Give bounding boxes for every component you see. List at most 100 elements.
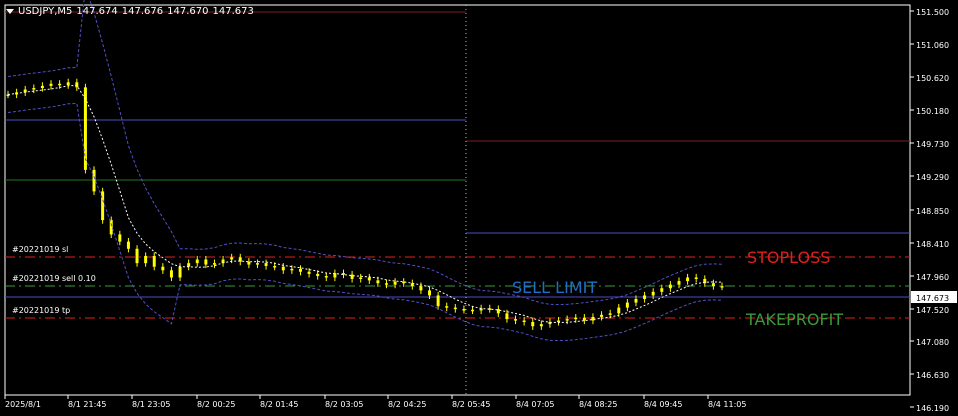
candle-body	[419, 286, 423, 291]
candle-body	[92, 169, 96, 192]
candle-body	[161, 266, 165, 271]
candle-body	[565, 319, 569, 321]
y-tick-label: 150.620	[916, 74, 949, 83]
y-tick-label: 147.960	[916, 273, 949, 282]
close-value: 147.673	[212, 6, 254, 17]
x-tick-label: 8/1 21:45	[68, 400, 106, 409]
candle-body	[152, 255, 156, 267]
candle-body	[75, 82, 79, 88]
candle-body	[428, 290, 432, 296]
candle-body	[591, 316, 595, 321]
x-tick-label: 8/4 09:45	[644, 400, 682, 409]
chart-area[interactable]: #20221019 sl #20221019 sell 0.10 #20221019…	[0, 0, 958, 416]
x-tick-label: 8/2 04:25	[388, 400, 426, 409]
x-tick-label: 8/1 23:05	[132, 400, 170, 409]
candle-body	[574, 317, 578, 320]
candle-body	[307, 271, 311, 274]
candle-body	[376, 280, 380, 284]
candle-body	[462, 309, 466, 311]
candle-body	[126, 241, 130, 249]
moving-average-line	[7, 84, 723, 324]
candle-body	[66, 82, 70, 86]
candle-body	[445, 306, 449, 308]
candle-body	[40, 85, 44, 89]
x-tick-label: 8/4 07:05	[516, 400, 554, 409]
candle-body	[118, 234, 122, 242]
y-tick-label: 148.410	[916, 240, 949, 249]
y-tick-label: 151.060	[916, 41, 949, 50]
chart-canvas[interactable]: #20221019 sl #20221019 sell 0.10 #20221019…	[0, 0, 958, 416]
candle-body	[264, 263, 268, 266]
candle-body	[350, 274, 354, 279]
y-tick-label: 147.080	[916, 338, 949, 347]
candle-body	[367, 277, 371, 281]
y-tick-label: 148.850	[916, 207, 949, 216]
candle-body	[32, 88, 36, 90]
candle-body	[625, 302, 629, 308]
candle-body	[505, 313, 509, 320]
candle-body	[539, 324, 543, 327]
candle-body	[195, 259, 199, 264]
x-tick-label: 8/2 01:45	[260, 400, 298, 409]
candle-body	[557, 320, 561, 323]
y-tick-label: 150.180	[916, 107, 949, 116]
candle-body	[393, 281, 397, 285]
candle-body	[634, 299, 638, 303]
candle-body	[436, 295, 440, 307]
candle-body	[187, 263, 191, 267]
candle-body	[109, 220, 113, 235]
candle-body	[359, 277, 363, 279]
trade-annotation: STOPLOSS	[747, 248, 830, 267]
candle-body	[711, 283, 715, 287]
trade-annotation: SELL LIMIT	[512, 278, 597, 297]
y-tick-label: 149.290	[916, 173, 949, 182]
candle-body	[204, 259, 208, 265]
lower-band-line	[7, 102, 723, 342]
y-tick-label: 146.630	[916, 371, 949, 380]
candle-body	[600, 314, 604, 317]
candle-body	[582, 317, 586, 321]
y-tick-label: 146.190	[916, 404, 949, 413]
y-tick-label: 149.730	[916, 140, 949, 149]
candle-body	[651, 291, 655, 296]
candle-body	[178, 266, 182, 278]
candle-body	[298, 268, 302, 272]
candle-body	[385, 283, 389, 285]
candle-body	[281, 266, 285, 271]
open-value: 147.674	[76, 6, 118, 17]
candle-body	[668, 284, 672, 289]
candle-body	[677, 281, 681, 285]
candle-body	[453, 307, 457, 310]
current-price-label: 147.673	[916, 294, 949, 303]
symbol-label: USDJPY,M5	[18, 6, 73, 17]
candle-body	[608, 313, 612, 315]
candle-body	[273, 266, 277, 268]
candle-body	[230, 257, 234, 260]
order-line-label: #20221019 sell 0.10	[12, 274, 96, 283]
y-tick-label: 147.520	[916, 306, 949, 315]
candle-body	[522, 320, 526, 323]
candle-body	[686, 277, 690, 282]
candle-body	[58, 83, 62, 86]
high-value: 147.676	[121, 6, 164, 17]
x-tick-label: 8/4 11:05	[708, 400, 746, 409]
symbol-header: USDJPY,M5 147.674 147.676 147.670 147.673	[6, 6, 258, 17]
candle-body	[694, 277, 698, 279]
candle-body	[471, 309, 475, 312]
order-line-label: #20221019 sl	[12, 245, 68, 254]
candle-body	[169, 270, 173, 278]
collapse-triangle-icon[interactable]	[6, 8, 14, 14]
candle-body	[49, 83, 53, 86]
upper-band-line	[7, 0, 723, 306]
plot-frame	[4, 4, 911, 396]
y-tick-label: 151.500	[916, 8, 949, 17]
candle-body	[135, 248, 139, 264]
candle-body	[316, 273, 320, 277]
candle-body	[255, 263, 259, 265]
low-value: 147.670	[167, 6, 209, 17]
x-tick-label: 8/2 00:25	[197, 400, 235, 409]
x-tick-label: 2025/8/1	[5, 400, 41, 409]
candle-body	[290, 268, 294, 271]
candle-body	[531, 321, 535, 327]
trade-annotation: TAKEPROFIT	[745, 310, 843, 329]
